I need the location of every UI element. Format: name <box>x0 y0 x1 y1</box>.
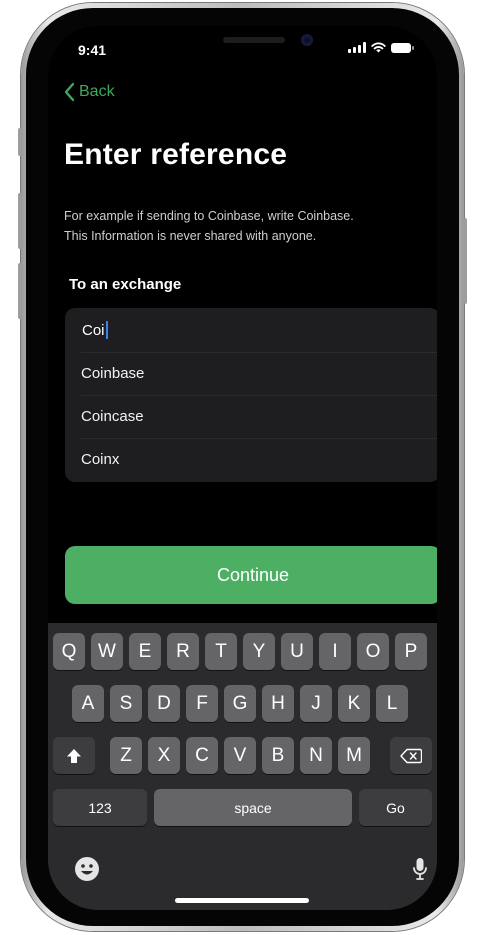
front-camera <box>301 34 313 46</box>
key-c[interactable]: C <box>186 737 218 774</box>
key-s[interactable]: S <box>110 685 142 722</box>
wifi-icon <box>371 42 386 53</box>
key-r[interactable]: R <box>167 633 199 670</box>
key-k[interactable]: K <box>338 685 370 722</box>
emoji-icon <box>75 857 99 881</box>
shift-icon <box>67 748 81 763</box>
home-indicator[interactable] <box>175 898 309 903</box>
volume-down-button <box>18 263 22 319</box>
back-button[interactable]: Back <box>64 82 115 102</box>
reference-input-value: Coi <box>82 321 105 339</box>
key-d[interactable]: D <box>148 685 180 722</box>
key-m[interactable]: M <box>338 737 370 774</box>
key-y[interactable]: Y <box>243 633 275 670</box>
suggestion-item[interactable]: Coincase <box>81 395 437 439</box>
dictation-button[interactable] <box>405 854 435 884</box>
go-key[interactable]: Go <box>359 789 432 826</box>
key-z[interactable]: Z <box>110 737 142 774</box>
key-g[interactable]: G <box>224 685 256 722</box>
text-caret <box>105 321 108 339</box>
key-q[interactable]: Q <box>53 633 85 670</box>
emoji-button[interactable] <box>72 854 102 884</box>
page-title: Enter reference <box>64 138 288 171</box>
key-o[interactable]: O <box>357 633 389 670</box>
key-w[interactable]: W <box>91 633 123 670</box>
key-e[interactable]: E <box>129 633 161 670</box>
description-line: This Information is never shared with an… <box>64 229 317 243</box>
back-label: Back <box>79 83 115 100</box>
key-p[interactable]: P <box>395 633 427 670</box>
key-l[interactable]: L <box>376 685 408 722</box>
numbers-key[interactable]: 123 <box>53 789 147 826</box>
shift-key[interactable] <box>53 737 95 774</box>
app-screen: 9:41 Back Enter reference For example if… <box>48 26 437 910</box>
signal-icon <box>348 42 366 53</box>
chevron-left-icon <box>64 82 75 102</box>
key-u[interactable]: U <box>281 633 313 670</box>
suggestion-item[interactable]: Coinx <box>81 438 437 481</box>
key-a[interactable]: A <box>72 685 104 722</box>
key-h[interactable]: H <box>262 685 294 722</box>
notch <box>143 26 342 56</box>
description: For example if sending to Coinbase, writ… <box>64 206 424 246</box>
key-b[interactable]: B <box>262 737 294 774</box>
key-j[interactable]: J <box>300 685 332 722</box>
suggestion-label: Coinbase <box>81 365 145 382</box>
key-f[interactable]: F <box>186 685 218 722</box>
reference-autocomplete: Coi Coinbase Coincase Coinx <box>65 308 437 482</box>
battery-icon <box>391 42 414 53</box>
volume-up-button <box>18 193 22 249</box>
suggestion-item[interactable]: Coinbase <box>81 352 437 396</box>
suggestion-label: Coincase <box>81 408 144 425</box>
continue-button[interactable]: Continue <box>65 546 437 604</box>
microphone-icon <box>413 858 427 880</box>
silent-switch <box>18 128 22 156</box>
backspace-icon <box>400 748 422 763</box>
key-x[interactable]: X <box>148 737 180 774</box>
key-i[interactable]: I <box>319 633 351 670</box>
description-line: For example if sending to Coinbase, writ… <box>64 209 354 223</box>
key-v[interactable]: V <box>224 737 256 774</box>
section-label: To an exchange <box>69 276 182 293</box>
suggestion-label: Coinx <box>81 451 120 468</box>
backspace-key[interactable] <box>390 737 432 774</box>
speaker-grille <box>223 37 285 43</box>
key-n[interactable]: N <box>300 737 332 774</box>
status-time: 9:41 <box>78 42 107 58</box>
power-button <box>463 218 467 304</box>
space-key[interactable]: space <box>154 789 352 826</box>
reference-input[interactable]: Coi <box>81 308 437 353</box>
status-icons <box>348 42 414 53</box>
key-t[interactable]: T <box>205 633 237 670</box>
